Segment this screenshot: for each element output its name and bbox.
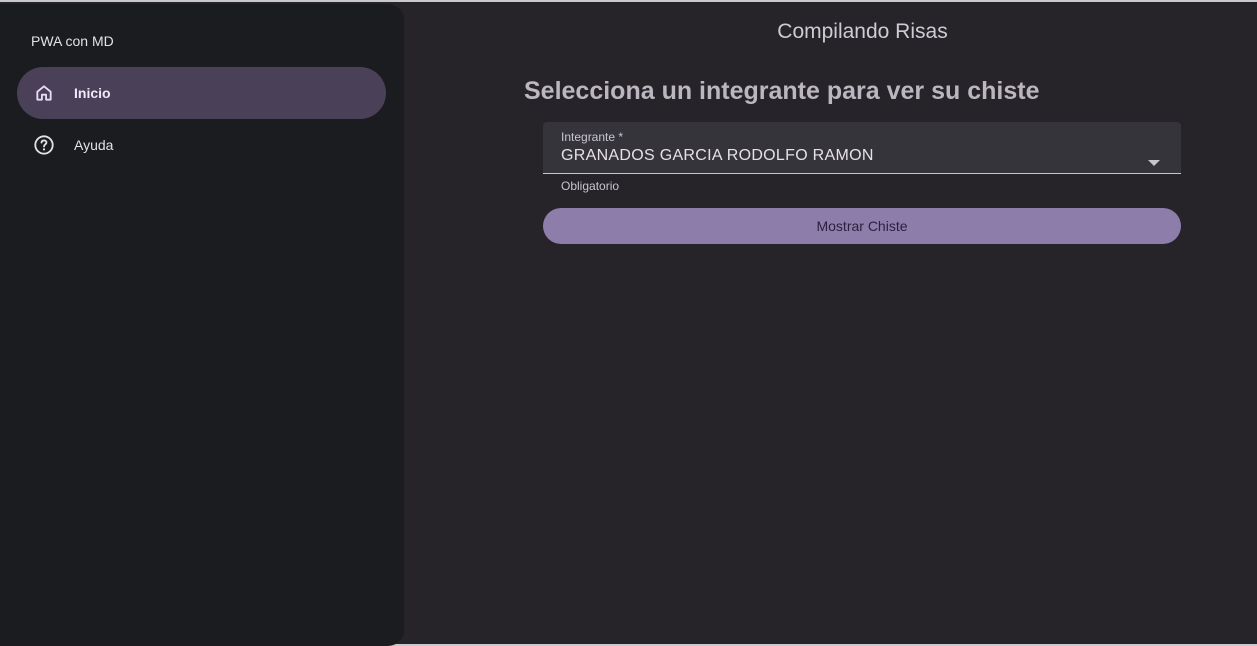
page-heading: Selecciona un integrante para ver su chi… bbox=[524, 77, 1040, 105]
app-title: Compilando Risas bbox=[777, 20, 948, 43]
integrante-select[interactable]: Integrante * GRANADOS GARCIA RODOLFO RAM… bbox=[543, 122, 1181, 174]
dropdown-arrow-icon[interactable] bbox=[1148, 153, 1160, 171]
navigation-drawer: PWA con MD Inicio Ayuda bbox=[0, 4, 404, 646]
select-helper-text: Obligatorio bbox=[561, 179, 620, 193]
app-window: PWA con MD Inicio Ayuda Compilando Risas… bbox=[0, 0, 1257, 646]
select-value: GRANADOS GARCIA RODOLFO RAMON bbox=[561, 147, 874, 164]
nav-item-label: Inicio bbox=[74, 85, 111, 101]
help-circle-icon bbox=[32, 133, 56, 157]
nav-item-inicio[interactable]: Inicio bbox=[17, 67, 386, 119]
show-joke-button[interactable]: Mostrar Chiste bbox=[543, 208, 1181, 244]
nav-item-label: Ayuda bbox=[74, 137, 114, 153]
drawer-title: PWA con MD bbox=[31, 33, 114, 49]
select-label: Integrante * bbox=[561, 130, 624, 144]
nav-item-ayuda[interactable]: Ayuda bbox=[17, 119, 386, 171]
home-icon bbox=[32, 81, 56, 105]
